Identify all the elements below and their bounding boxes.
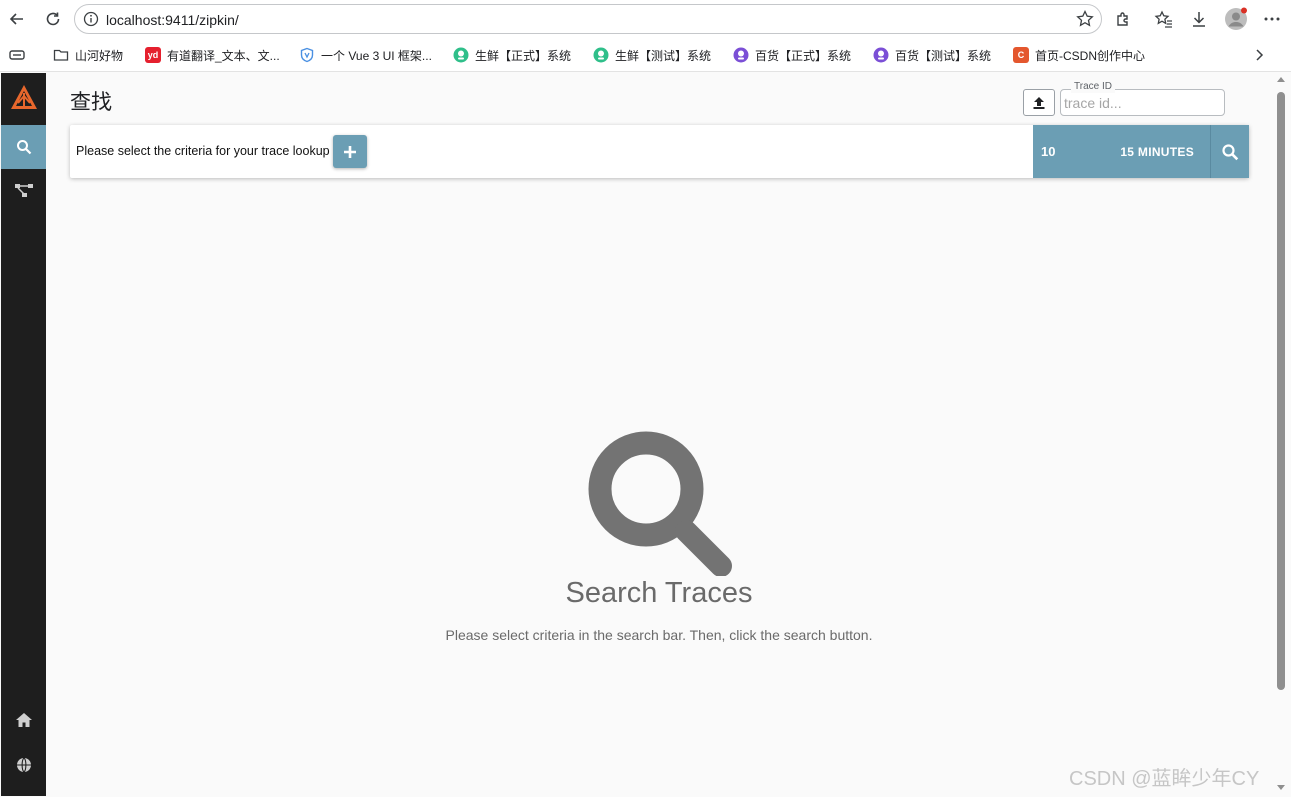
trace-id-input[interactable] (1062, 93, 1222, 113)
tab-icon (9, 50, 25, 60)
globe-icon (16, 757, 31, 773)
zipkin-logo[interactable] (1, 73, 46, 123)
profile-button[interactable] (1224, 7, 1248, 31)
search-bar: Please select the criteria for your trac… (70, 125, 1249, 178)
arrow-left-icon (9, 13, 23, 25)
scrollbar-thumb[interactable] (1277, 92, 1285, 690)
search-settings-button[interactable]: 10 15 MINUTES (1033, 125, 1210, 178)
bookmarks-bar: 山河好物 yd 有道翻译_文本、文... 一个 Vue 3 UI 框架... 生… (0, 38, 1291, 72)
home-icon (15, 713, 32, 727)
plus-icon (344, 145, 356, 158)
reload-button[interactable] (41, 7, 65, 31)
limit-value: 10 (1041, 144, 1056, 159)
lookback-value: 15 MINUTES (1120, 145, 1194, 159)
app-icon (453, 47, 469, 63)
star-list-icon (1154, 10, 1172, 28)
bookmark-label: 百货【测试】系统 (895, 48, 992, 63)
avatar-icon (1225, 7, 1247, 30)
back-button[interactable] (5, 7, 29, 31)
vue-shield-icon (300, 47, 314, 63)
bookmark-label: 有道翻译_文本、文... (167, 48, 280, 63)
bookmarks-overflow-button[interactable] (1252, 46, 1266, 64)
bookmark-label: 一个 Vue 3 UI 框架... (321, 48, 432, 63)
sidebar-item-home[interactable] (1, 698, 46, 742)
bookmark-label: 山河好物 (75, 48, 124, 63)
bookmark-item[interactable]: 一个 Vue 3 UI 框架... (299, 46, 432, 64)
info-icon[interactable] (83, 11, 99, 32)
downloads-button[interactable] (1187, 7, 1211, 31)
csdn-icon: C (1013, 47, 1029, 63)
app-icon (593, 47, 609, 63)
bookmark-item[interactable]: 百货【测试】系统 (873, 46, 991, 64)
page-title: 查找 (70, 91, 112, 114)
upload-icon (1033, 96, 1045, 109)
dependency-graph-icon (14, 184, 33, 197)
app-icon (733, 47, 749, 63)
youdao-icon: yd (145, 47, 161, 63)
zipkin-app: 查找 Trace ID Please select the criteria f… (0, 72, 1291, 797)
bookmark-item[interactable]: yd 有道翻译_文本、文... (145, 46, 280, 64)
empty-state-title: Search Traces (565, 577, 753, 609)
chevron-right-icon (1256, 49, 1264, 61)
scroll-up-arrow-icon[interactable] (1277, 77, 1285, 82)
criteria-hint: Please select the criteria for your trac… (76, 144, 330, 158)
search-traces-illustration-icon (586, 431, 736, 581)
browser-toolbar: localhost:9411/zipkin/ (0, 0, 1291, 38)
puzzle-icon (1117, 12, 1128, 26)
reload-icon (46, 12, 60, 26)
bookmark-label: 生鲜【正式】系统 (475, 48, 572, 63)
download-icon (1193, 12, 1205, 27)
bookmark-tab-icon-button[interactable] (9, 46, 25, 64)
app-icon (873, 47, 889, 63)
search-button[interactable] (1210, 125, 1249, 178)
bookmark-label: 首页-CSDN创作中心 (1035, 48, 1145, 63)
search-icon (16, 140, 31, 155)
extensions-button[interactable] (1111, 7, 1135, 31)
scroll-down-arrow-icon[interactable] (1277, 785, 1285, 790)
empty-state-description: Please select criteria in the search bar… (445, 627, 873, 643)
search-icon (1222, 143, 1239, 160)
bookmark-item[interactable]: 山河好物 (53, 46, 123, 64)
favorite-star-icon[interactable] (1075, 9, 1095, 34)
bookmark-item[interactable]: 生鲜【正式】系统 (453, 46, 571, 64)
bookmark-item[interactable]: C 首页-CSDN创作中心 (1013, 46, 1145, 64)
sidebar-item-dependencies[interactable] (1, 169, 46, 213)
watermark: CSDN @蓝眸少年CY (1069, 768, 1260, 790)
bookmark-item[interactable]: 生鲜【测试】系统 (593, 46, 711, 64)
trace-id-field[interactable] (1060, 89, 1225, 116)
sidebar-item-search[interactable] (1, 125, 46, 169)
address-bar[interactable]: localhost:9411/zipkin/ (74, 4, 1102, 34)
favorites-button[interactable] (1152, 7, 1176, 31)
bookmark-label: 生鲜【测试】系统 (615, 48, 712, 63)
sidebar-item-language[interactable] (1, 743, 46, 787)
bookmark-item[interactable]: 百货【正式】系统 (733, 46, 851, 64)
trace-id-label: Trace ID (1071, 81, 1115, 93)
url-text[interactable]: localhost:9411/zipkin/ (106, 12, 239, 28)
more-dots-icon (1264, 17, 1280, 21)
upload-json-button[interactable] (1023, 89, 1055, 116)
sidebar (1, 73, 46, 796)
zipkin-logo-icon (10, 85, 37, 109)
bookmark-label: 百货【正式】系统 (755, 48, 852, 63)
more-menu-button[interactable] (1260, 7, 1284, 31)
add-criteria-button[interactable] (333, 135, 367, 168)
folder-icon (53, 49, 69, 61)
